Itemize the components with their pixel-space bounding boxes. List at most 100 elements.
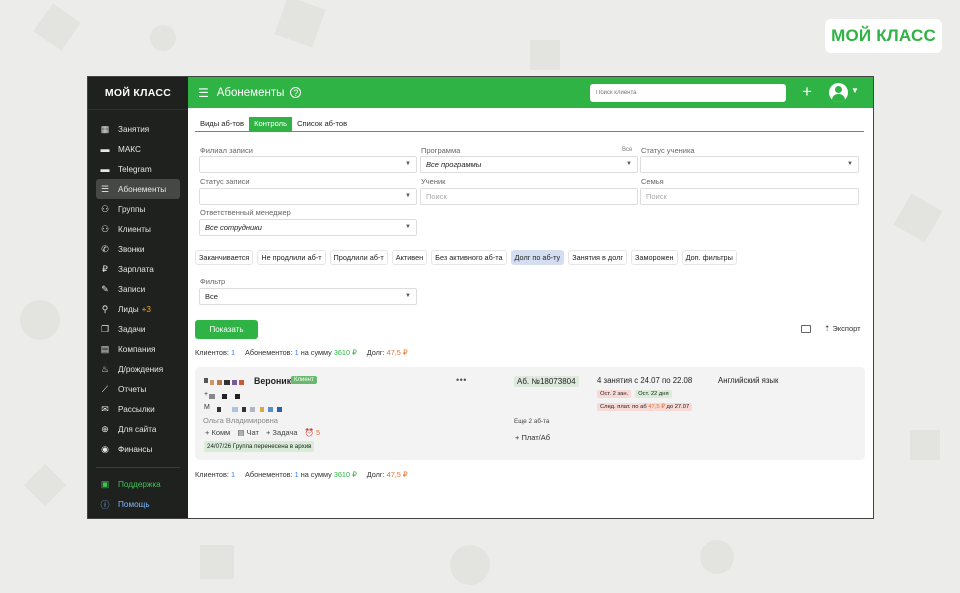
chevron-down-icon[interactable]: ▼ [851,86,859,95]
filter-select[interactable]: Все ▼ [199,288,417,305]
filter-label: Фильтр [200,277,226,286]
chip-renewed[interactable]: Продлили аб-т [329,250,388,265]
family-search-input[interactable]: Поиск [640,188,859,205]
add-comment-button[interactable]: + Комм [205,428,230,437]
sidebar-item-tasks[interactable]: ❐ Задачи [96,319,180,339]
next-payment-tag: След. плат. по аб 47,5 ₽ до 27.07 [597,403,693,411]
summary-text: Клиентов: [195,348,229,357]
masked-text [260,407,264,412]
chip-extra-filters[interactable]: Доп. фильтры [681,250,737,265]
mail-icon[interactable] [801,325,811,333]
chip-lessons-debt[interactable]: Занятия в долг [568,250,628,265]
student-search-input[interactable]: Поиск [420,188,638,205]
sidebar-item-birthdays[interactable]: ♨ Д/рождения [96,359,180,379]
chip-active[interactable]: Активен [391,250,428,265]
client-name[interactable]: Вероника [254,376,296,386]
chip-no-active[interactable]: Без активного аб-та [431,250,507,265]
program-label: Программа [421,146,461,155]
show-button[interactable]: Показать [195,320,258,339]
bg-shape [274,0,326,48]
more-subs-link[interactable]: Еще 2 аб-та [514,418,549,425]
branch-select[interactable]: ▼ [199,156,417,173]
program-value: Все программы [426,160,482,169]
sidebar-item-label: Лиды [118,304,139,314]
sidebar-item-telegram[interactable]: ▬ Telegram [96,159,180,179]
chip-not-renewed[interactable]: Не продлили аб-т [257,250,326,265]
more-options-icon[interactable]: ••• [456,375,467,385]
sidebar-item-leads[interactable]: ⚲ Лиды +3 [96,299,180,319]
sidebar-item-website[interactable]: ⊕ Для сайта [96,419,180,439]
masked-text [204,378,208,383]
sidebar-item-records[interactable]: ✎ Записи [96,279,180,299]
record-status-label: Статус записи [200,177,250,186]
sidebar-item-lessons[interactable]: ▦ Занятия [96,119,180,139]
masked-text [277,407,282,412]
tab-sub-types[interactable]: Виды аб-тов [195,117,249,131]
client-search-input[interactable] [590,84,786,102]
chat-button[interactable]: ▤ Чат [237,428,259,437]
archive-note: 24/07/26 Группа перенесена в архив [204,441,315,452]
summary-text: Долг: [366,470,385,479]
subs-count: 1 [294,470,299,479]
sidebar-item-salary[interactable]: ₽ Зарплата [96,259,180,279]
avatar[interactable] [829,83,848,102]
chat-icon: ▬ [100,164,110,174]
sidebar-item-company[interactable]: ▤ Компания [96,339,180,359]
bg-shape [23,463,67,507]
sidebar-item-label: Занятия [118,124,150,134]
manager-select[interactable]: Все сотрудники ▼ [199,219,417,236]
email-prefix: M [204,404,210,411]
sidebar-item-calls[interactable]: ✆ Звонки [96,239,180,259]
mail-icon: ✉ [101,403,109,414]
sidebar-item-support[interactable]: ▣ Поддержка [96,474,180,494]
sidebar-item-label: Финансы [118,444,153,454]
subscription-number[interactable]: Аб. №18073804 [514,376,579,387]
help-icon: ⓘ [100,499,110,510]
client-card[interactable]: Вероника Клиент ••• + M Ольга Владимиров… [195,367,865,460]
sidebar-item-label: Компания [118,344,156,354]
bg-shape [150,25,176,51]
sidebar-item-label: Д/рождения [118,364,164,374]
manager-label: Ответственный менеджер [200,208,291,217]
sidebar-item-label: Звонки [118,244,145,254]
chip-ending[interactable]: Заканчивается [195,250,254,265]
sidebar-item-label: Группы [118,204,146,214]
menu-collapse-icon[interactable]: ☰ [198,86,209,100]
add-payment-button[interactable]: + Плат/Аб [515,433,550,442]
export-button[interactable]: ⇡ Экспорт [824,324,861,333]
sidebar-item-label: Для сайта [118,424,157,434]
program-select[interactable]: Все программы ▼ [420,156,638,173]
add-task-button[interactable]: + Задача [266,428,298,437]
summary-text: Абонементов: [245,470,293,479]
sidebar-item-reports[interactable]: ⟋ Отчеты [96,379,180,399]
tasks-icon: ❐ [100,323,110,334]
sidebar-item-label: Рассылки [118,404,155,414]
chevron-down-icon: ▼ [626,161,632,167]
chevron-down-icon: ▼ [405,161,411,167]
chip-debt[interactable]: Долг по аб-ту [510,250,565,265]
cake-icon: ♨ [100,363,110,374]
sidebar-item-help[interactable]: ⓘ Помощь [96,494,180,514]
record-status-select[interactable]: ▼ [199,188,417,205]
masked-text [217,407,221,412]
tab-sub-list[interactable]: Список аб-тов [292,117,352,131]
sidebar-item-groups[interactable]: ⚇ Группы [96,199,180,219]
add-icon[interactable]: + [802,82,812,102]
sidebar-item-clients[interactable]: ⚇ Клиенты [96,219,180,239]
sidebar-item-mailings[interactable]: ✉ Рассылки [96,399,180,419]
student-status-select[interactable]: ▼ [640,156,859,173]
divider [195,131,864,132]
page-title: Абонементы [216,86,285,99]
program-all-link[interactable]: Все [622,147,632,153]
tab-control[interactable]: Контроль [249,117,293,131]
sidebar-item-finance[interactable]: ◉ Финансы [96,439,180,459]
sidebar-item-subscriptions[interactable]: ☰ Абонементы [96,179,180,199]
reminder-button[interactable]: ⏰ 5 [305,428,321,437]
masked-text [232,380,237,385]
divider [96,467,180,468]
manager-value: Все сотрудники [205,223,262,232]
chip-frozen[interactable]: Заморожен [631,250,678,265]
sidebar-item-maks[interactable]: ▬ МАКС [96,139,180,159]
masked-text [232,407,238,412]
help-icon[interactable]: ? [290,87,302,98]
